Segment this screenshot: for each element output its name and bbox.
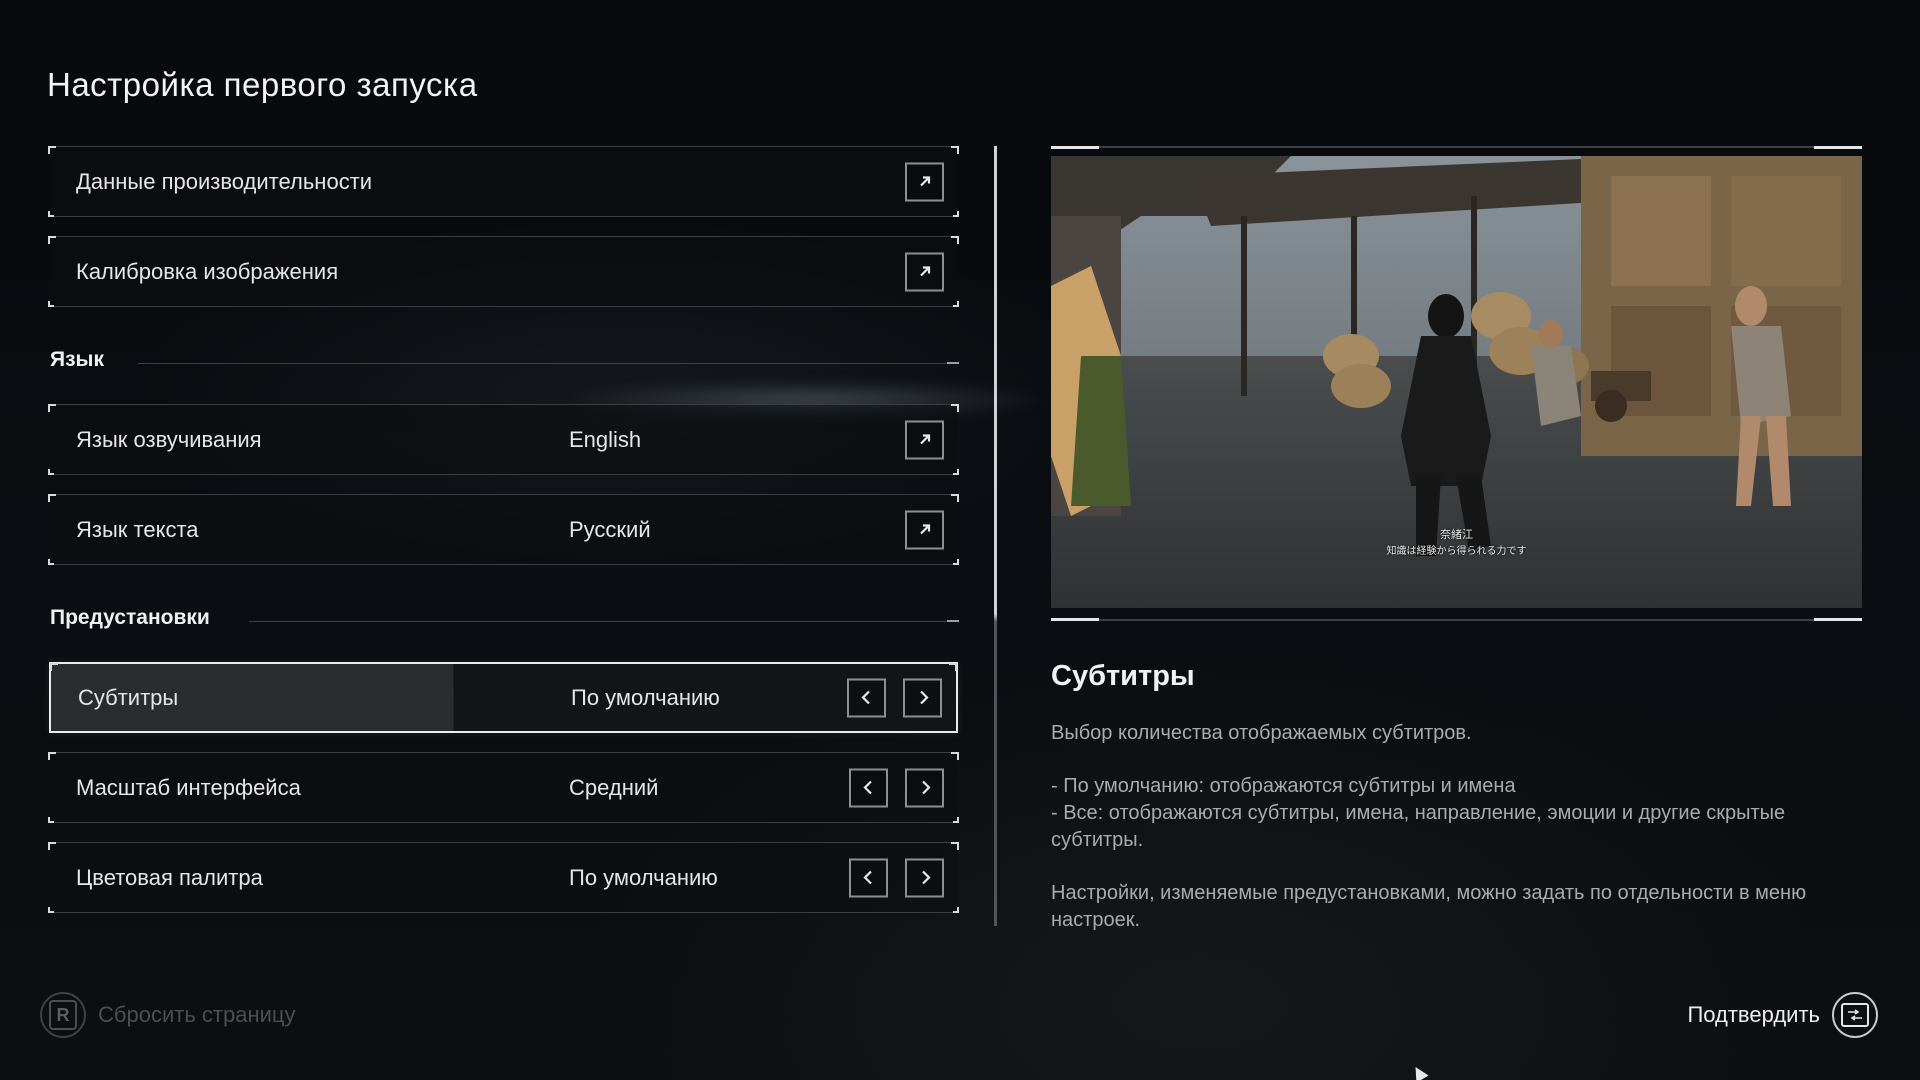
chevron-left-icon[interactable] — [849, 768, 888, 807]
preview-subtitle-line: 知識は経験から得られる力です — [1386, 546, 1527, 557]
row-voice-language[interactable]: Язык озвучивания English — [48, 404, 959, 475]
row-subtitles[interactable]: Субтитры По умолчанию — [49, 662, 958, 733]
section-divider — [138, 363, 959, 364]
chevron-right-icon[interactable] — [903, 678, 942, 717]
row-value: Средний — [569, 774, 659, 800]
row-image-calibration[interactable]: Калибровка изображения — [48, 236, 959, 307]
preview-frame-top — [1051, 146, 1862, 149]
section-title: Язык — [50, 348, 104, 371]
section-language: Язык — [50, 348, 959, 378]
reset-page-button[interactable]: R Сбросить страницу — [40, 992, 295, 1038]
chevron-left-icon[interactable] — [847, 678, 886, 717]
chevron-right-icon[interactable] — [905, 858, 944, 897]
reset-page-label: Сбросить страницу — [98, 1002, 296, 1027]
row-color-palette[interactable]: Цветовая палитра По умолчанию — [48, 842, 959, 913]
mouse-cursor-icon — [1409, 1063, 1429, 1080]
description-option-default: - По умолчанию: отображаются субтитры и … — [1051, 775, 1516, 797]
r-key-label: R — [49, 1000, 77, 1030]
external-arrow-icon[interactable] — [905, 420, 944, 459]
row-label: Масштаб интерфейса — [76, 774, 301, 800]
section-presets: Предустановки — [50, 606, 959, 636]
row-value: Русский — [569, 516, 651, 542]
row-performance-data[interactable]: Данные производительности — [48, 146, 959, 217]
confirm-button[interactable]: Подтвердить — [1687, 992, 1878, 1038]
row-label: Язык текста — [76, 516, 199, 542]
chevron-right-icon[interactable] — [905, 768, 944, 807]
section-divider — [249, 621, 959, 622]
row-label: Данные производительности — [76, 168, 373, 194]
first-launch-settings-screen: Настройка первого запуска Данные произво… — [0, 0, 1920, 1080]
confirm-label: Подтвердить — [1687, 1002, 1820, 1027]
preview-frame-bottom — [1051, 618, 1862, 621]
row-value: По умолчанию — [569, 864, 718, 890]
description-intro: Выбор количества отображаемых субтитров. — [1051, 722, 1472, 744]
row-value: По умолчанию — [571, 684, 720, 710]
preview-subtitle-speaker: 奈緒江 — [1440, 528, 1473, 541]
page-title: Настройка первого запуска — [47, 66, 478, 103]
subtitle-preview-image: 奈緒江 知識は経験から得られる力です — [1051, 156, 1862, 608]
row-interface-scale[interactable]: Масштаб интерфейса Средний — [48, 752, 959, 823]
row-label: Субтитры — [78, 684, 179, 710]
external-arrow-icon[interactable] — [905, 510, 944, 549]
row-label: Цветовая палитра — [76, 864, 263, 890]
touchpad-icon — [1832, 992, 1878, 1038]
r-button-icon: R — [40, 992, 86, 1038]
row-text-language[interactable]: Язык текста Русский — [48, 494, 959, 565]
scrollbar[interactable] — [994, 146, 997, 926]
row-label: Калибровка изображения — [76, 258, 339, 284]
description-title: Субтитры — [1051, 660, 1195, 692]
section-divider-end — [947, 362, 959, 364]
section-divider-end — [947, 620, 959, 622]
row-label: Язык озвучивания — [76, 426, 262, 452]
chevron-left-icon[interactable] — [849, 858, 888, 897]
row-value: English — [569, 426, 642, 452]
description-note: Настройки, изменяемые предустановками, м… — [1051, 882, 1807, 931]
external-arrow-icon[interactable] — [905, 252, 944, 291]
external-arrow-icon[interactable] — [905, 162, 944, 201]
description-option-all: - Все: отображаются субтитры, имена, нап… — [1051, 802, 1786, 851]
section-title: Предустановки — [50, 606, 210, 629]
